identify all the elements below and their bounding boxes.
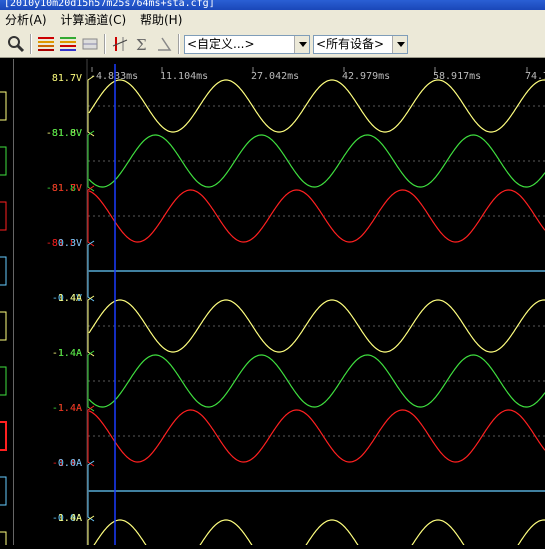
zoom-icon[interactable] [6, 34, 26, 54]
channel-colors-icon[interactable] [36, 34, 56, 54]
chevron-down-icon[interactable] [294, 36, 309, 53]
chevron-down-icon[interactable] [392, 36, 407, 53]
angle-icon[interactable] [154, 34, 174, 54]
menu-calc-channel[interactable]: 计算通道(C) [55, 10, 131, 30]
toolbar: Σ <自定义...> <所有设备> [0, 30, 545, 58]
device-select-value: <所有设备> [316, 37, 385, 51]
channel-waveform [93, 519, 545, 545]
time-tick-label: -4.833ms [90, 71, 138, 82]
toolbar-separator [178, 34, 180, 54]
grid-icon[interactable] [80, 34, 100, 54]
device-select[interactable]: <所有设备> [313, 35, 408, 54]
toolbar-separator [30, 34, 32, 54]
channel-waveform [88, 299, 545, 353]
view-select[interactable]: <自定义...> [184, 35, 310, 54]
window-title: [2010y10m20d15h57m25s764ms+sta.cfg] [0, 0, 545, 10]
menu-analysis[interactable]: 分析(A) [0, 10, 52, 30]
time-tick-label: 11.104ms [160, 71, 208, 82]
cursor-icon[interactable] [110, 34, 130, 54]
menu-help[interactable]: 帮助(H) [135, 10, 187, 30]
waveform-area[interactable]: -4.833ms 11.104ms 27.042ms 42.979ms 58.917ms… [0, 59, 545, 545]
sum-icon[interactable]: Σ [132, 34, 152, 54]
view-select-value: <自定义...> [187, 37, 255, 51]
channel-waveform [88, 354, 545, 408]
toolbar-separator [104, 34, 106, 54]
svg-text:Σ: Σ [136, 36, 147, 54]
channel-waveform [88, 409, 545, 463]
time-tick-label: 42.979ms [342, 71, 390, 82]
channel-colors-alt-icon[interactable] [58, 34, 78, 54]
time-tick-label: 27.042ms [251, 71, 299, 82]
channel-waveform [88, 134, 545, 188]
channel-waveform [88, 189, 545, 243]
menu-bar: 分析(A) 计算通道(C) 帮助(H) [0, 10, 545, 30]
channel-waveform [88, 79, 545, 133]
